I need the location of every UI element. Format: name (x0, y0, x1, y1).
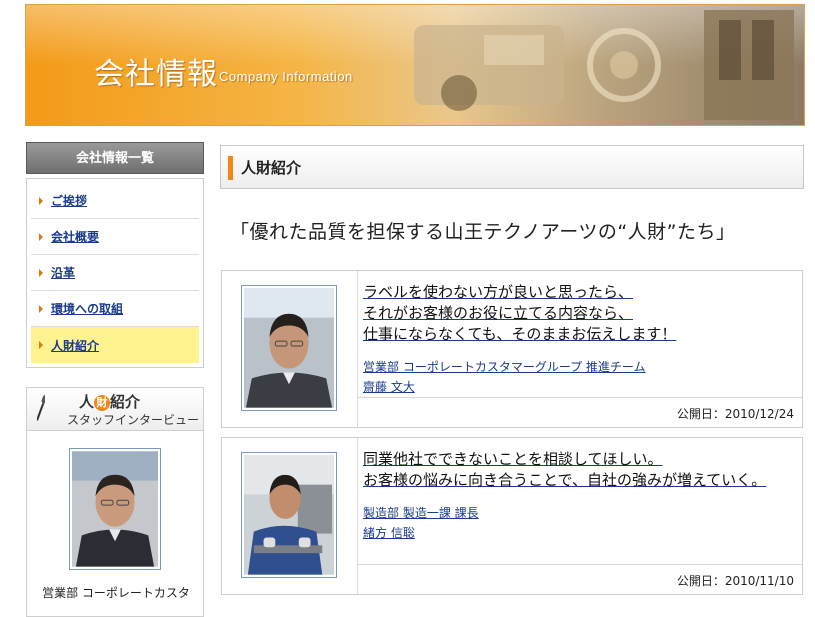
page-title-en: Company Information (219, 69, 353, 84)
quote-line[interactable]: それがお客様のお役に立てる内容なら、 (363, 303, 676, 324)
staff-card-department-link[interactable]: 製造部 製造一課 課長 (363, 504, 479, 521)
header-banner: 会社情報 Company Information (25, 4, 805, 126)
section-title: 人財紹介 (241, 159, 302, 177)
section-accent-bar (228, 156, 233, 180)
staff-photo-caption[interactable]: 営業部 コーポレートカスタ (33, 584, 199, 601)
arrow-right-icon (39, 232, 43, 241)
publish-date: 公開日：2010/11/10 (676, 574, 794, 588)
arrow-right-icon (39, 268, 43, 277)
sidebar-item-environment[interactable]: 環境への取組 (31, 291, 199, 327)
sidebar-item-history[interactable]: 沿革 (31, 255, 199, 291)
staff-card-department-link[interactable]: 営業部 コーポレートカスタマーグループ 推進チーム (363, 358, 646, 375)
page-title: 会社情報 (94, 57, 218, 92)
staff-title-highlight: 財 (94, 395, 111, 411)
staff-card-photo[interactable] (241, 285, 337, 411)
staff-photo[interactable] (69, 448, 161, 570)
microphone-icon (37, 394, 45, 421)
quote-line[interactable]: 仕事にならなくても、そのままお伝えします！ (363, 324, 676, 345)
staff-interview-header: 人財紹介 スタッフインタービュー (27, 388, 203, 431)
staff-card-date-row: 公開日：2010/11/10 (357, 564, 802, 594)
quote-line[interactable]: お客様の悩みに向き合うことで、自社の強みが増えていく。 (363, 470, 766, 491)
sidebar-heading: 会社情報一覧 (26, 142, 204, 174)
sidebar-menu: ご挨拶 会社概要 沿革 環境への取組 人財紹介 (26, 178, 204, 368)
sidebar-item-label[interactable]: 環境への取組 (51, 300, 123, 317)
sidebar-item-label[interactable]: 会社概要 (51, 228, 99, 245)
person-photo-image (72, 451, 158, 567)
staff-title-part: 人 (79, 393, 95, 411)
banner-machinery-image (414, 10, 794, 120)
staff-card: ラベルを使わない方が良いと思ったら、 それがお客様のお役に立てる内容なら、 仕事… (221, 270, 803, 428)
sidebar-item-greeting[interactable]: ご挨拶 (31, 183, 199, 219)
arrow-right-icon (39, 196, 43, 205)
staff-card-photo[interactable] (241, 452, 337, 578)
sidebar-item-company-profile[interactable]: 会社概要 (31, 219, 199, 255)
person-photo-image (244, 288, 334, 408)
sidebar-item-staff[interactable]: 人財紹介 (31, 327, 199, 363)
staff-card: 同業他社でできないことを相談してほしい。 お客様の悩みに向き合うことで、自社の強… (221, 437, 803, 595)
quote-line[interactable]: ラベルを使わない方が良いと思ったら、 (363, 282, 676, 303)
staff-card-name-link[interactable]: 緒方 信聡 (363, 524, 415, 541)
sidebar-item-label[interactable]: 人財紹介 (51, 337, 99, 354)
staff-card-quote[interactable]: ラベルを使わない方が良いと思ったら、 それがお客様のお役に立てる内容なら、 仕事… (363, 282, 676, 345)
staff-card-name-link[interactable]: 齋藤 文大 (363, 378, 415, 395)
sidebar-item-label[interactable]: ご挨拶 (51, 192, 87, 209)
quote-line[interactable]: 同業他社でできないことを相談してほしい。 (363, 449, 766, 470)
publish-date: 公開日：2010/12/24 (676, 407, 794, 421)
arrow-right-icon (39, 304, 43, 313)
staff-title-part: 紹介 (110, 393, 141, 411)
person-photo-image (244, 455, 334, 575)
sidebar-item-label[interactable]: 沿革 (51, 264, 75, 281)
staff-interview-box[interactable]: 人財紹介 スタッフインタービュー 営業部 コーポレートカスタ (26, 387, 204, 617)
main-headline: 「優れた品質を担保する山王テクノアーツの“人財”たち」 (230, 221, 736, 243)
staff-card-photo-cell (222, 438, 358, 594)
staff-card-date-row: 公開日：2010/12/24 (357, 397, 802, 427)
staff-interview-title: 人財紹介 (79, 391, 140, 412)
arrow-right-icon (39, 341, 43, 349)
staff-interview-subtitle: スタッフインタービュー (67, 413, 200, 427)
section-header: 人財紹介 (220, 145, 804, 189)
staff-card-quote[interactable]: 同業他社でできないことを相談してほしい。 お客様の悩みに向き合うことで、自社の強… (363, 449, 766, 491)
staff-card-photo-cell (222, 271, 358, 427)
